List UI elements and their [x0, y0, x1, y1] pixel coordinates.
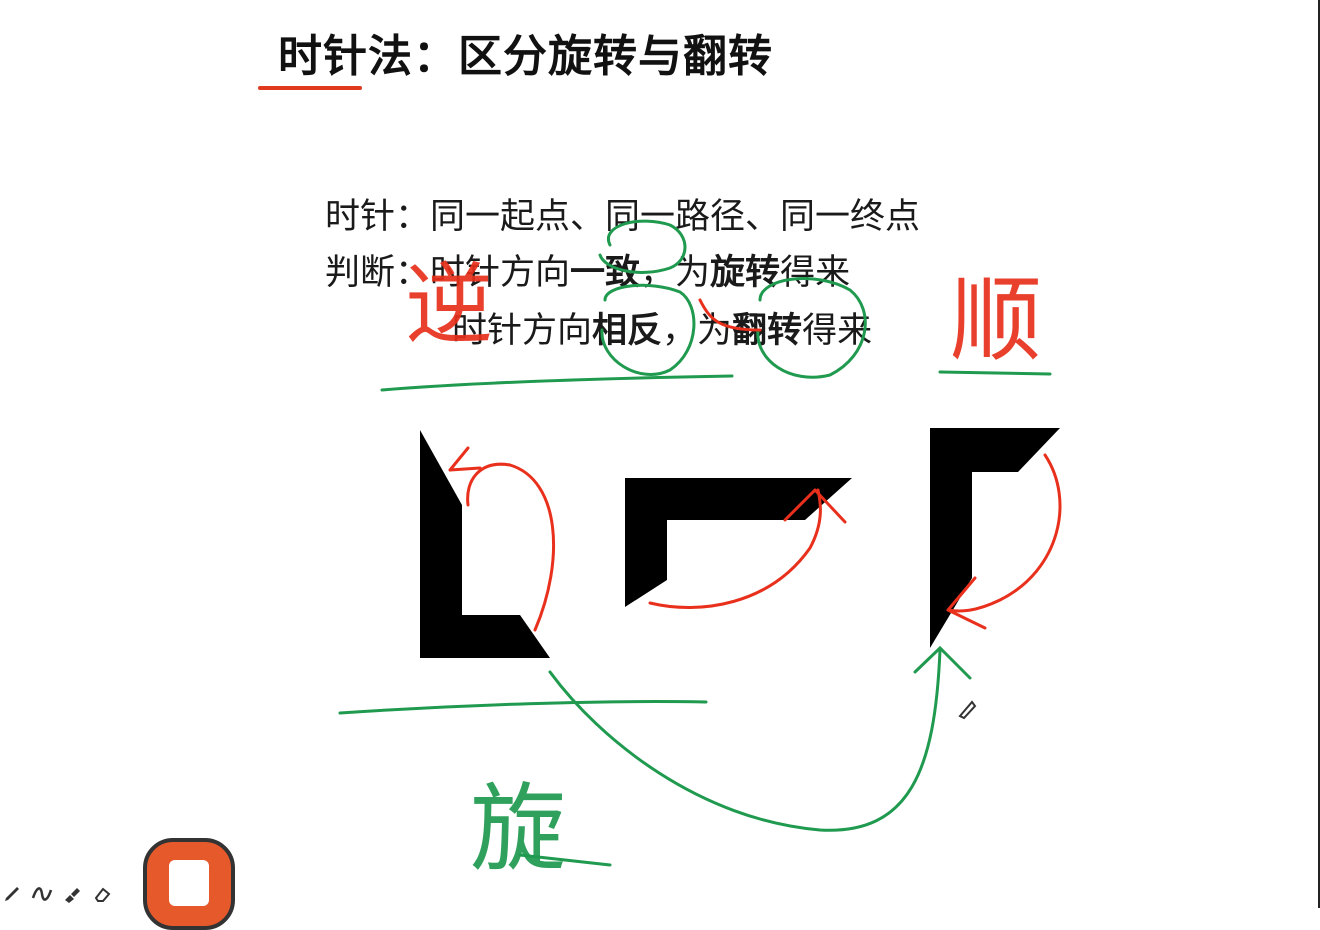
- circle-mark-flip: [756, 277, 867, 379]
- red-bracket-mid: [698, 298, 762, 332]
- curve-icon[interactable]: [30, 882, 54, 906]
- note-icon[interactable]: [143, 838, 235, 930]
- l-shape-original: [420, 430, 550, 658]
- pen-cursor-icon: [958, 700, 977, 720]
- pen-icon[interactable]: [0, 882, 24, 906]
- eraser-icon[interactable]: [90, 882, 114, 906]
- red-arrowhead-left: [448, 446, 482, 472]
- green-arc-rotate: [548, 648, 942, 832]
- handwritten-counterclockwise: 逆: [405, 253, 493, 356]
- handwritten-rotate: 旋: [470, 773, 566, 885]
- underline-green-bottom: [338, 700, 708, 715]
- l-shape-flipped: [930, 428, 1060, 648]
- note-sheet: [169, 860, 209, 906]
- underline-green-left: [380, 374, 734, 392]
- annotation-toolbar: [0, 880, 114, 908]
- circle-mark-same: [598, 219, 687, 274]
- drawing-canvas: 逆 顺 旋: [338, 219, 1062, 885]
- handwritten-clockwise: 顺: [950, 267, 1042, 374]
- highlighter-icon[interactable]: [60, 882, 84, 906]
- red-arrow-left: [466, 462, 556, 632]
- green-arrowhead: [913, 645, 972, 680]
- circle-mark-opposite: [600, 283, 696, 376]
